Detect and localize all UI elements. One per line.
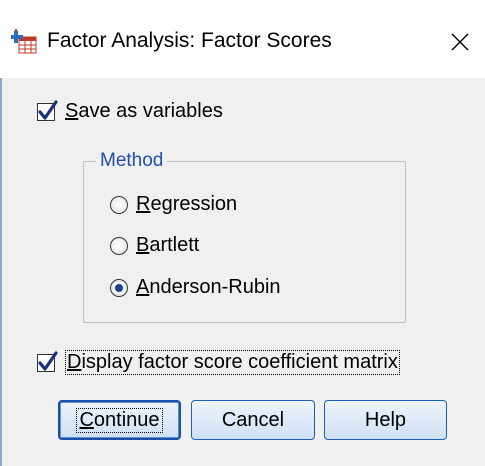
cancel-button-label: Cancel xyxy=(221,408,285,431)
checkbox-box[interactable] xyxy=(37,350,58,372)
factor-scores-dialog: Factor Analysis: Factor Scores Save as v… xyxy=(0,0,485,466)
checkbox-box[interactable] xyxy=(37,99,58,121)
close-icon xyxy=(451,33,469,51)
display-coefficient-matrix-label: Display factor score coefficient matrix xyxy=(65,350,400,375)
close-button[interactable] xyxy=(440,22,480,62)
continue-button-label: Continue xyxy=(76,407,163,433)
radio-regression[interactable]: Regression xyxy=(110,193,237,216)
save-as-variables-label: Save as variables xyxy=(65,100,223,122)
help-button-label: Help xyxy=(364,408,407,431)
help-button[interactable]: Help xyxy=(324,400,447,440)
title-bar[interactable]: Factor Analysis: Factor Scores xyxy=(0,0,485,78)
radio-label: Regression xyxy=(136,193,238,215)
checkmark-icon xyxy=(38,350,58,371)
radio-button-selected[interactable] xyxy=(110,278,128,297)
window-border xyxy=(0,78,2,466)
window-title: Factor Analysis: Factor Scores xyxy=(47,29,332,52)
method-group-label: Method xyxy=(96,150,168,172)
radio-bartlett[interactable]: Bartlett xyxy=(110,234,199,257)
radio-button[interactable] xyxy=(110,236,128,255)
cancel-button[interactable]: Cancel xyxy=(191,400,315,440)
radio-anderson-rubin[interactable]: Anderson-Rubin xyxy=(110,276,281,299)
continue-button[interactable]: Continue xyxy=(58,400,181,440)
display-coefficient-matrix-checkbox[interactable]: Display factor score coefficient matrix xyxy=(37,350,400,375)
checkmark-icon xyxy=(38,99,58,120)
save-as-variables-checkbox[interactable]: Save as variables xyxy=(37,99,223,123)
radio-button[interactable] xyxy=(110,195,128,214)
radio-label: Bartlett xyxy=(136,234,200,256)
radio-label: Anderson-Rubin xyxy=(136,276,281,298)
spss-app-icon xyxy=(11,28,37,54)
